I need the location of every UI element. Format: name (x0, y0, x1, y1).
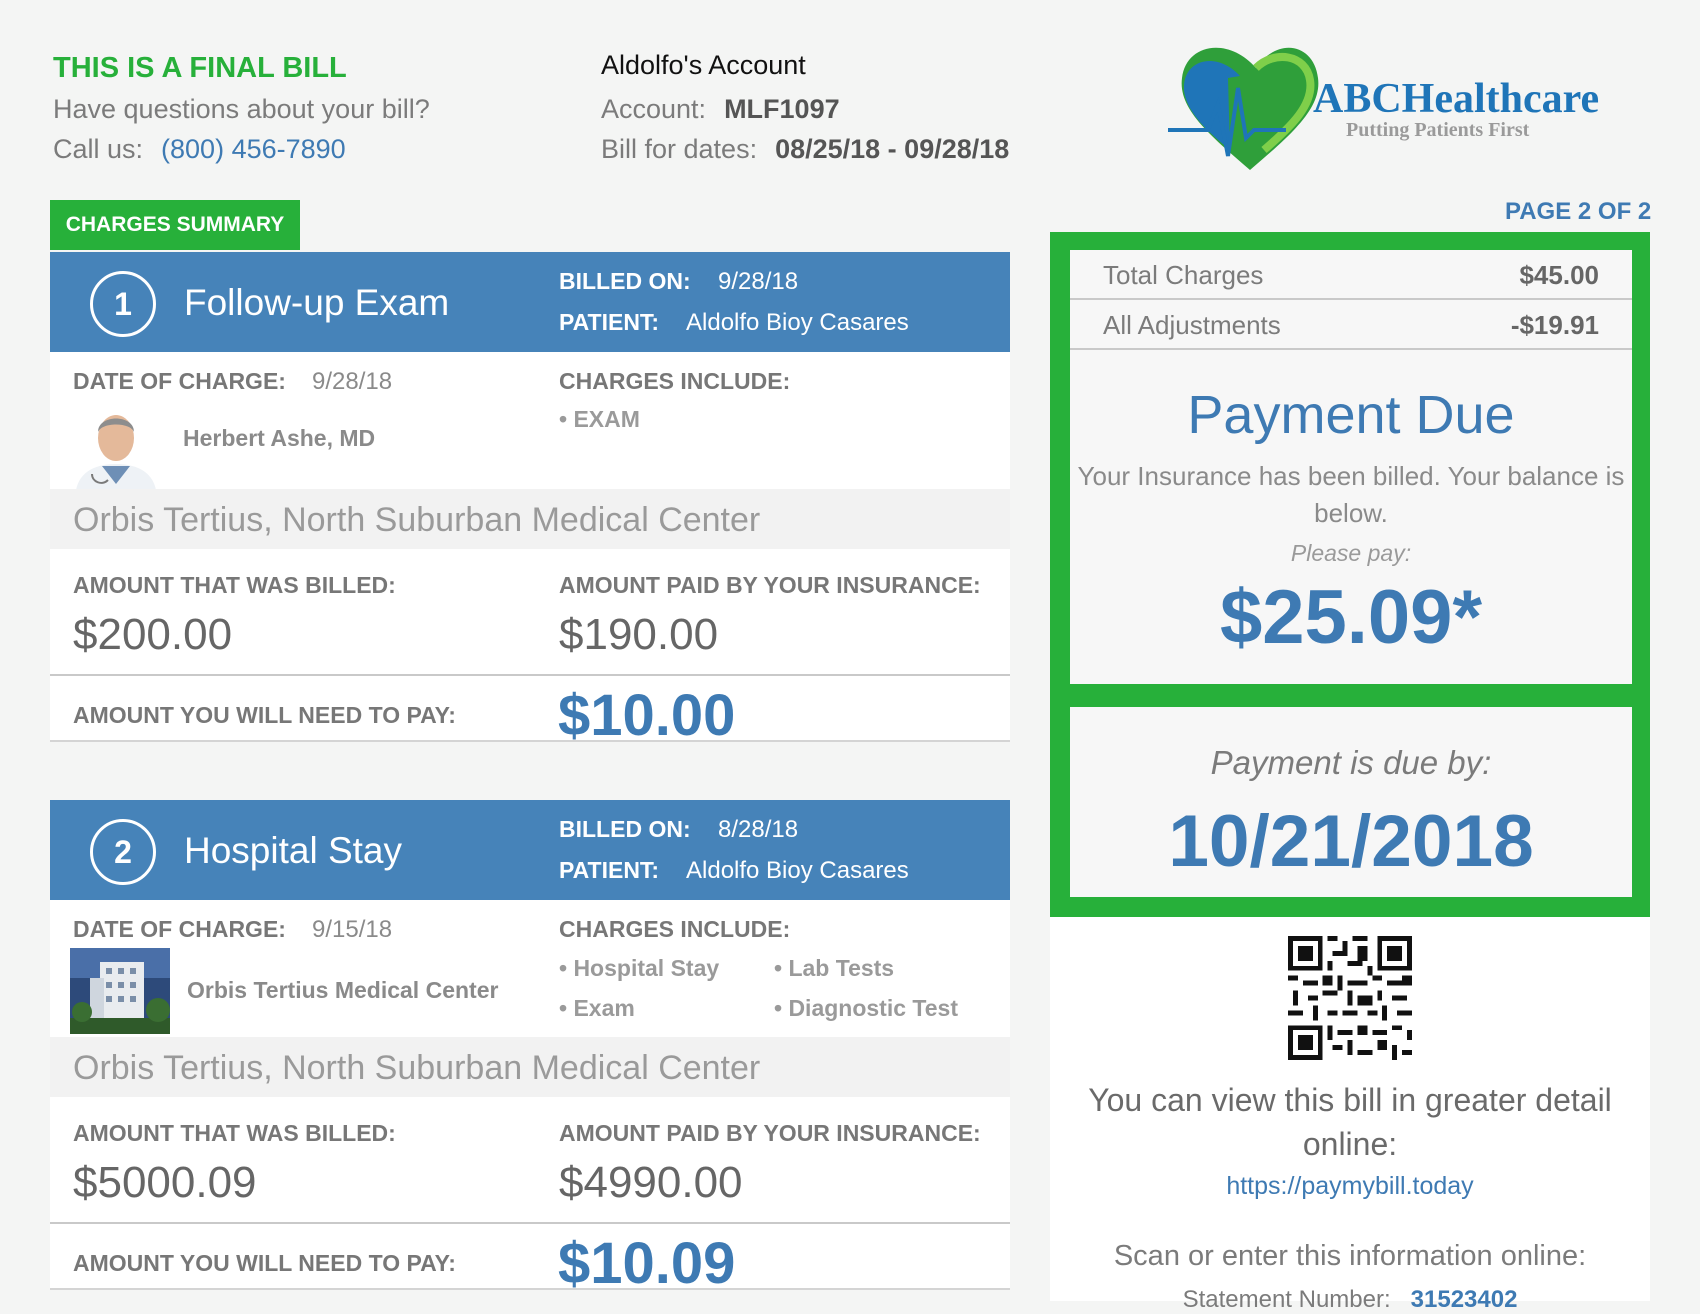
date-of-charge-value: 9/28/18 (312, 368, 393, 395)
amount-billed-value: $5000.09 (73, 1158, 257, 1207)
include-item: • Lab Tests (774, 955, 895, 981)
phone-link[interactable]: (800) 456-7890 (161, 134, 346, 164)
billed-on-value: 8/28/18 (718, 816, 799, 843)
billed-on-value: 9/28/18 (718, 268, 799, 295)
amount-insurance-label: AMOUNT PAID BY YOUR INSURANCE: (559, 1120, 981, 1146)
bill-dates-value: 08/25/18 - 09/28/18 (775, 134, 1010, 164)
payment-due-title: Payment Due (1187, 385, 1515, 445)
charge-body: DATE OF CHARGE: 9/28/18 CHARGES INCLUDE:… (50, 352, 1010, 748)
billed-on-label: BILLED ON: (559, 816, 691, 842)
due-date-value: 10/21/2018 (1168, 801, 1534, 882)
bill-dates-label: Bill for dates: (601, 134, 758, 164)
amount-insurance-value: $4990.00 (559, 1158, 743, 1207)
charges-include-label: CHARGES INCLUDE: (559, 368, 791, 394)
include-item: • Diagnostic Test (774, 995, 958, 1021)
patient-label: PATIENT: (559, 309, 660, 335)
bill-dates-row: Bill for dates: 08/25/18 - 09/28/18 (601, 134, 1009, 165)
provider-name: Herbert Ashe, MD (183, 425, 376, 451)
scan-message: Scan or enter this information online: (1113, 1240, 1587, 1272)
charge-number-badge: 2 (90, 819, 156, 885)
questions-text: Have questions about your bill? (53, 94, 430, 124)
total-charges-label: Total Charges (1103, 260, 1264, 290)
adjustments-value: -$19.91 (1510, 310, 1599, 340)
call-us-row: Call us: (800) 456-7890 (53, 134, 346, 165)
include-item: • EXAM (559, 406, 640, 432)
abchealthcare-logo: ABCHealthcare Putting Patients First (1168, 47, 1599, 170)
amount-billed-label: AMOUNT THAT WAS BILLED: (73, 1120, 396, 1146)
logo-brand-text: ABCHealthcare (1313, 76, 1599, 122)
divider (50, 674, 1010, 676)
call-us-label: Call us: (53, 134, 144, 164)
amount-pay-label: AMOUNT YOU WILL NEED TO PAY: (73, 1250, 456, 1276)
amount-pay-label: AMOUNT YOU WILL NEED TO PAY: (73, 702, 456, 728)
statement-number-row: Statement Number: 31523402 (1050, 1286, 1650, 1314)
patient-value: Aldolfo Bioy Casares (686, 309, 909, 336)
amount-insurance-label: AMOUNT PAID BY YOUR INSURANCE: (559, 572, 981, 598)
date-of-charge-label: DATE OF CHARGE: (73, 916, 286, 942)
location-band: Orbis Tertius, North Suburban Medical Ce… (50, 1037, 1010, 1097)
amount-insurance-value: $190.00 (559, 610, 719, 659)
charge-number-badge: 1 (90, 271, 156, 337)
billed-on-label: BILLED ON: (559, 268, 691, 294)
insurance-message: Your Insurance has been billed. Your bal… (1077, 461, 1625, 528)
account-number-row: Account: MLF1097 (601, 94, 840, 125)
statement-number-value: 31523402 (1410, 1286, 1518, 1313)
date-of-charge-label: DATE OF CHARGE: (73, 368, 286, 394)
provider-name: Orbis Tertius Medical Center (187, 977, 499, 1003)
logo-tagline: Putting Patients First (1346, 119, 1530, 141)
page-indicator: PAGE 2 OF 2 (1505, 198, 1652, 225)
charge-title: Hospital Stay (184, 830, 402, 871)
amount-billed-value: $200.00 (73, 610, 233, 659)
account-title: Aldolfo's Account (601, 50, 806, 80)
amount-pay-value: $10.00 (558, 683, 736, 748)
include-item: • Exam (559, 995, 635, 1021)
divider (50, 740, 1010, 742)
divider (50, 1288, 1010, 1290)
total-charges-row: Total Charges $45.00 (1070, 250, 1632, 300)
location-band: Orbis Tertius, North Suburban Medical Ce… (50, 489, 1010, 549)
charges-include-label: CHARGES INCLUDE: (559, 916, 791, 942)
doctor-photo (72, 404, 160, 490)
charge-body: DATE OF CHARGE: 9/15/18 CHARGES INCLUDE:… (50, 900, 1010, 1296)
hospital-photo (70, 948, 170, 1034)
final-bill-notice: THIS IS A FINAL BILL (53, 52, 347, 84)
divider (50, 1222, 1010, 1224)
amount-billed-label: AMOUNT THAT WAS BILLED: (73, 572, 396, 598)
charges-summary-tab: CHARGES SUMMARY (50, 200, 300, 250)
qr-code-icon (1288, 936, 1412, 1060)
patient-value: Aldolfo Bioy Casares (686, 857, 909, 884)
adjustments-label: All Adjustments (1103, 310, 1281, 340)
location-name: Orbis Tertius, North Suburban Medical Ce… (73, 1049, 761, 1087)
amount-pay-value: $10.09 (558, 1231, 736, 1296)
please-pay-label: Please pay: (1290, 540, 1412, 566)
charge-header: 2 Hospital Stay BILLED ON: 8/28/18 PATIE… (50, 800, 1010, 900)
payment-amount: $25.09* (1219, 575, 1483, 660)
location-name: Orbis Tertius, North Suburban Medical Ce… (73, 501, 761, 539)
charge-header: 1 Follow-up Exam BILLED ON: 9/28/18 PATI… (50, 252, 1010, 352)
online-url-link[interactable]: https://paymybill.today (1050, 1172, 1650, 1201)
date-of-charge-value: 9/15/18 (312, 916, 393, 943)
charge-title: Follow-up Exam (184, 282, 450, 323)
total-charges-value: $45.00 (1519, 260, 1599, 290)
account-label: Account: (601, 94, 707, 124)
online-message: You can view this bill in greater detail… (1088, 1082, 1612, 1162)
account-number: MLF1097 (724, 94, 840, 124)
due-by-label: Payment is due by: (1210, 744, 1492, 781)
statement-number-label: Statement Number: (1182, 1286, 1391, 1313)
patient-label: PATIENT: (559, 857, 660, 883)
include-item: • Hospital Stay (559, 955, 720, 981)
adjustments-row: All Adjustments -$19.91 (1070, 300, 1632, 350)
